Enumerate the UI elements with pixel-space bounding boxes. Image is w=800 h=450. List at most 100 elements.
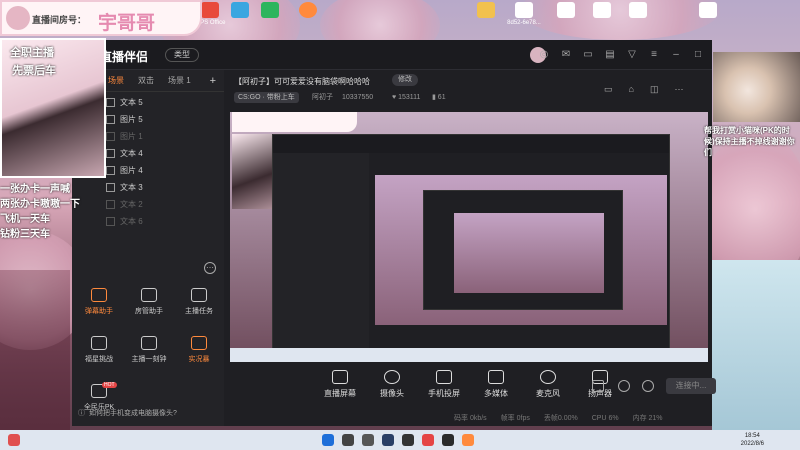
camera-icon [384, 370, 400, 384]
source-list: 文本 5 图片 5 图片 1 文本 4 图片 4 文本 3 文本 2 文本 6 [106, 94, 224, 230]
desktop-icon[interactable] [252, 2, 288, 20]
tab-scene[interactable]: 场景 [108, 75, 124, 86]
layout-icon[interactable]: ▭ [604, 84, 613, 95]
camera-button[interactable]: 摄像头 [374, 370, 410, 399]
room-title: 【阿初子】可可爱爱没有脑袋啊哈哈哈 [234, 77, 370, 86]
file-icon [593, 2, 611, 18]
file-icon [699, 2, 717, 18]
desktop-icon-file[interactable]: 8d52-6e78... [506, 2, 542, 26]
desktop-icon-file[interactable] [690, 2, 726, 20]
windows-start-icon[interactable] [322, 434, 334, 446]
streamer-nickname: 宇哥哥 [98, 13, 156, 34]
add-scene-button[interactable]: + [210, 75, 216, 87]
room-banner: 直播间房号： 宇哥哥 [0, 0, 202, 36]
source-item[interactable]: 图片 5 [106, 111, 224, 128]
taskview-icon[interactable] [362, 434, 374, 446]
headset-icon[interactable]: ◎ [538, 49, 550, 61]
image-icon [106, 166, 115, 175]
source-item[interactable]: 文本 4 [106, 145, 224, 162]
lock-icon[interactable]: ⌂ [629, 84, 634, 95]
menu-icon[interactable]: ≡ [648, 49, 660, 61]
bottom-toolbar: 直播屏幕 摄像头 手机投屏 多媒体 麦克风 扬声器 [322, 370, 618, 399]
tool-live-effect[interactable]: 实况暴 [174, 336, 224, 364]
wallpaper-ground [0, 270, 70, 430]
room-id: 10337550 [342, 94, 374, 101]
task-icon [191, 288, 207, 302]
desktop-icon-file[interactable] [584, 2, 620, 20]
streamer-name: 阿初子 [312, 94, 333, 101]
phone-icon [436, 370, 452, 384]
desktop-icon-folder[interactable] [468, 2, 504, 20]
text-icon [106, 217, 115, 226]
source-item[interactable]: 图片 4 [106, 162, 224, 179]
clock[interactable]: 18:54 2022/8/6 [741, 432, 764, 448]
stack-icon[interactable]: ◫ [650, 84, 659, 95]
gear-icon[interactable] [642, 380, 654, 392]
screen-share-button[interactable]: 直播屏幕 [322, 370, 358, 399]
text-icon [106, 200, 115, 209]
image-icon [106, 115, 115, 124]
edit-title-button[interactable]: 修改 [392, 74, 418, 86]
nested-taskbar [230, 348, 708, 362]
effect-icon [191, 336, 207, 350]
nested-app-2 [423, 190, 623, 310]
mail-icon[interactable]: ✉ [560, 49, 572, 61]
folder-icon [477, 2, 495, 18]
tab-double[interactable]: 双击 [138, 75, 154, 86]
minimize-icon[interactable]: – [670, 49, 682, 61]
danmu-icon [91, 288, 107, 302]
nested-left-panel [273, 153, 369, 362]
category-badge[interactable]: CS:GO · 带粉上车 [234, 92, 299, 103]
tool-streamer-task[interactable]: 主播任务 [174, 288, 224, 316]
app-logo: 直播伴侣 [100, 50, 149, 64]
search-icon[interactable] [342, 434, 354, 446]
app-icon [231, 2, 249, 18]
source-settings-icon[interactable]: ⋯ [204, 262, 216, 274]
close-icon[interactable]: □ [692, 49, 704, 61]
record-icon[interactable] [592, 380, 604, 392]
wechat-icon [261, 2, 279, 18]
source-item[interactable]: 文本 5 [106, 94, 224, 111]
tool-danmu-assistant[interactable]: 弹幕助手 [74, 288, 124, 316]
text-icon [106, 149, 115, 158]
source-item[interactable]: 文本 3 [106, 179, 224, 196]
nested-app [272, 134, 670, 362]
screen-icon[interactable]: ▭ [582, 49, 594, 61]
microphone-button[interactable]: 麦克风 [530, 370, 566, 399]
shirt-icon[interactable]: ▽ [626, 49, 638, 61]
netease-icon[interactable] [422, 434, 434, 446]
app-icon[interactable] [8, 434, 20, 446]
phone-cast-button[interactable]: 手机投屏 [426, 370, 462, 399]
tool-quarter-hour[interactable]: 主播一刻钟 [124, 336, 174, 364]
tab-scene-1[interactable]: 场景 1 [168, 75, 191, 86]
source-item[interactable]: 文本 6 [106, 213, 224, 230]
multimedia-button[interactable]: 多媒体 [478, 370, 514, 399]
steam-icon[interactable] [382, 434, 394, 446]
cat-caption: 帮我打赏小猫咪(PK的时候)保持主播不掉线谢谢你们 [704, 126, 795, 157]
manager-icon [141, 288, 157, 302]
app-icon[interactable] [442, 434, 454, 446]
desktop-icon-file[interactable] [620, 2, 656, 20]
eye-icon[interactable] [618, 380, 630, 392]
text-icon [106, 183, 115, 192]
desktop-icon[interactable] [290, 2, 326, 20]
shield-icon [91, 336, 107, 350]
hint-bar[interactable]: ⓘ 如何把手机变成电脑摄像头? [78, 408, 177, 418]
source-item[interactable]: 文本 2 [106, 196, 224, 213]
live-companion-icon[interactable] [462, 434, 474, 446]
nested-banner [232, 112, 357, 132]
more-icon[interactable]: ⋯ [674, 84, 683, 95]
type-button[interactable]: 类型 [165, 48, 199, 62]
desktop-icon-file[interactable] [548, 2, 584, 20]
inbox-icon[interactable]: ▤ [604, 49, 616, 61]
fans-count: ♥ 153111 [392, 94, 421, 101]
streamer-photo: 全职主播 先票后车 [0, 38, 106, 178]
tool-lucky-challenge[interactable]: 福星挑战 [74, 336, 124, 364]
tool-room-manager[interactable]: 房管助手 [124, 288, 174, 316]
stream-preview[interactable] [230, 112, 708, 362]
start-live-button[interactable]: 连接中... [666, 378, 716, 394]
wps-icon [201, 2, 219, 18]
taskbar: 18:54 2022/8/6 [0, 430, 800, 450]
source-item[interactable]: 图片 1 [106, 128, 224, 145]
app-icon[interactable] [402, 434, 414, 446]
